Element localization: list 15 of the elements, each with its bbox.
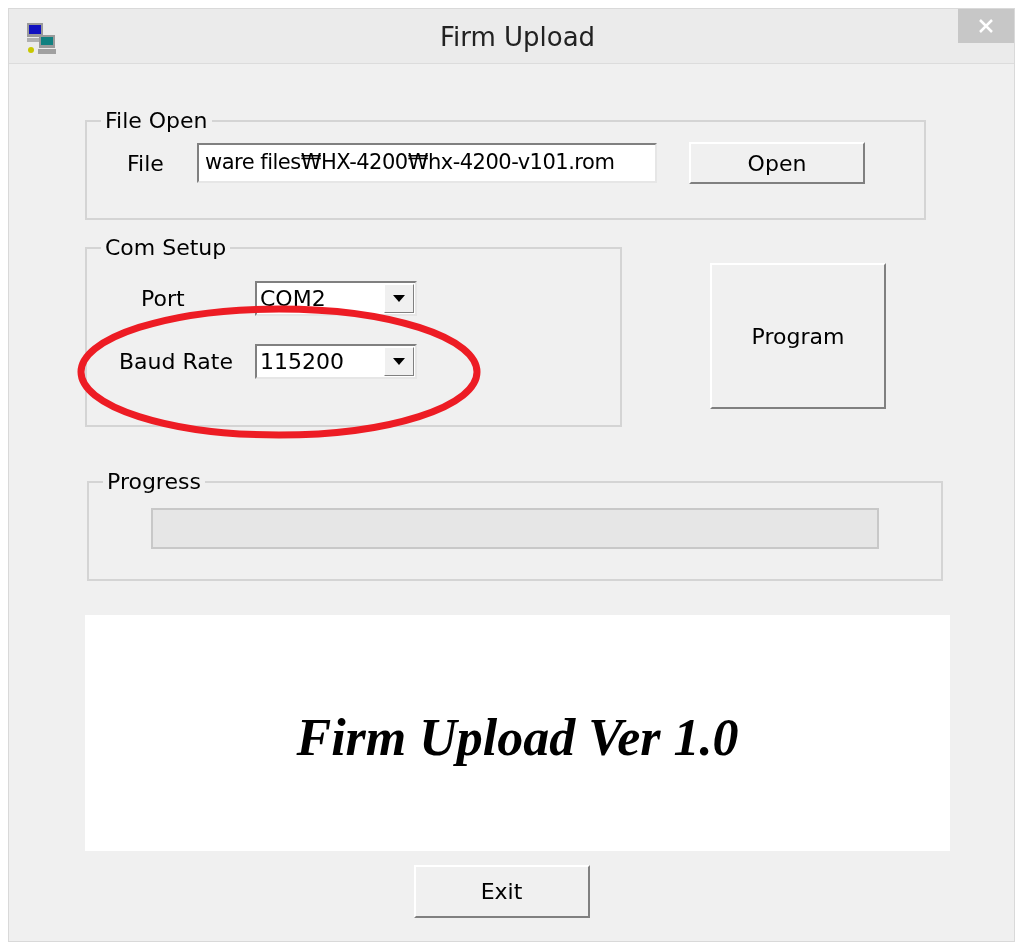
close-icon [979, 19, 993, 33]
banner-text: Firm Upload Ver 1.0 [296, 708, 739, 764]
group-title: File Open [104, 110, 209, 132]
field-label: Port [140, 285, 186, 313]
network-computers-icon [25, 23, 57, 55]
exit-button[interactable]: Exit [413, 865, 590, 918]
window-title: Firm Upload [438, 21, 597, 54]
group-title: Progress [106, 471, 202, 493]
file-path-field[interactable]: ware files₩HX-4200₩hx-4200-v101.rom [197, 143, 657, 183]
group-title: Com Setup [104, 237, 228, 259]
field-label: File [127, 149, 165, 178]
open-button[interactable]: Open [689, 142, 865, 184]
field-label: Baud Rate [119, 348, 234, 376]
program-button[interactable]: Program [710, 263, 886, 409]
baud-rate-dropdown[interactable]: 115200 [255, 344, 417, 379]
